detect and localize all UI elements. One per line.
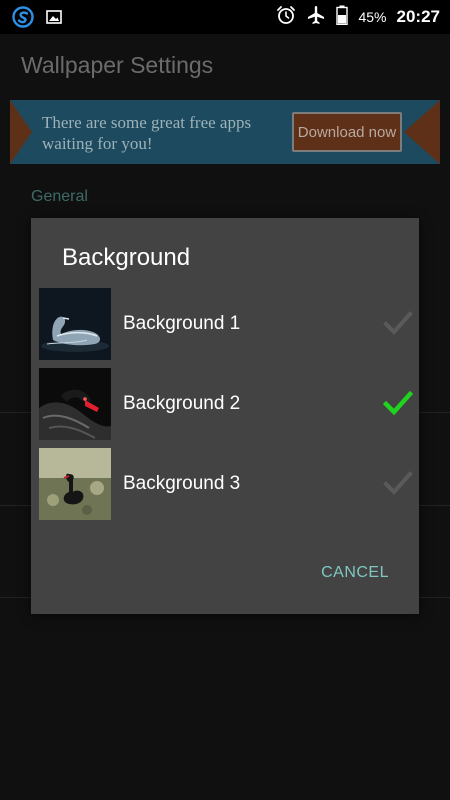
page-title: Wallpaper Settings: [21, 52, 214, 78]
option-label: Background 3: [123, 473, 241, 494]
option-background-3[interactable]: Background 3: [31, 440, 419, 520]
ad-decoration-right: [404, 100, 440, 164]
clock: 20:27: [396, 7, 440, 26]
dialog-title: Background: [62, 244, 191, 271]
ad-text: There are some great free apps waiting f…: [42, 113, 252, 153]
battery-percent: 45%: [358, 9, 387, 25]
option-label: Background 2: [123, 393, 241, 414]
option-background-1[interactable]: Background 1: [31, 280, 419, 360]
download-now-button[interactable]: Download now: [292, 112, 402, 152]
image-icon: [46, 9, 62, 30]
status-bar: 45% 20:27: [0, 0, 450, 34]
alarm-icon: [276, 5, 296, 30]
section-header-general: General: [31, 188, 88, 205]
s-logo-icon: [12, 6, 34, 33]
check-icon: [383, 310, 413, 336]
airplane-icon: [306, 5, 326, 30]
background-2-thumbnail: [39, 368, 111, 440]
cancel-button[interactable]: CANCEL: [321, 564, 389, 582]
check-icon: [383, 470, 413, 496]
option-background-2[interactable]: Background 2: [31, 360, 419, 440]
option-label: Background 1: [123, 313, 241, 334]
ad-banner[interactable]: There are some great free apps waiting f…: [10, 100, 440, 164]
background-1-thumbnail: [39, 288, 111, 360]
background-3-thumbnail: [39, 448, 111, 520]
battery-icon: [336, 5, 349, 30]
check-icon-selected: [382, 390, 414, 416]
ad-decoration-left: [10, 100, 32, 164]
background-dialog: Background Background 1 Background 2 Bac…: [31, 218, 419, 614]
